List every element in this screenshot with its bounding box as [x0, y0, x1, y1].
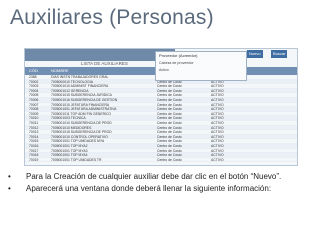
cell-code: 70019 [29, 157, 39, 162]
table-body: 2388DIAS INSTN TRABAJADORES GRALProveedo… [25, 75, 297, 163]
new-button[interactable]: Nuevo [247, 50, 263, 58]
bullet-item: • Para la Creación de cualquier auxiliar… [6, 171, 316, 183]
search-button[interactable]: Buscar [271, 50, 288, 58]
bullet-list: • Para la Creación de cualquier auxiliar… [6, 171, 316, 195]
bullet-dot-icon: • [8, 172, 11, 181]
column-header-code: CÓD [29, 68, 38, 73]
dialog-field-provider[interactable]: Cabeza de proveedor [159, 61, 194, 65]
cell-name: 7005001001 TOP UNIDADES TR [51, 157, 102, 162]
dialog-title: Proveedor (Acreedor) [159, 53, 198, 58]
bullet-dot-icon: • [8, 184, 11, 193]
bullet-text: Aparecerá una ventana donde deberá llena… [26, 184, 272, 193]
search-strip [25, 49, 175, 61]
column-header-name: NOMBRE [51, 68, 69, 73]
cell-status: ACTIVO [211, 157, 224, 162]
provider-dialog: Proveedor (Acreedor) Cabeza de proveedor… [155, 51, 247, 81]
bullet-text: Para la Creación de cualquier auxiliar d… [26, 172, 282, 181]
dialog-field-active[interactable]: Activo [159, 68, 169, 72]
table-row[interactable]: 70019 7005001001 TOP UNIDADES TR Centro de… [25, 157, 297, 163]
bullet-item: • Aparecerá una ventana donde deberá lle… [6, 183, 316, 195]
slide-title: Auxiliares (Personas) [10, 6, 214, 29]
cell-category: Centro de Costo [157, 157, 182, 162]
embedded-screenshot: Presentar solo Auxiliares Activos Nuevo … [24, 48, 298, 166]
